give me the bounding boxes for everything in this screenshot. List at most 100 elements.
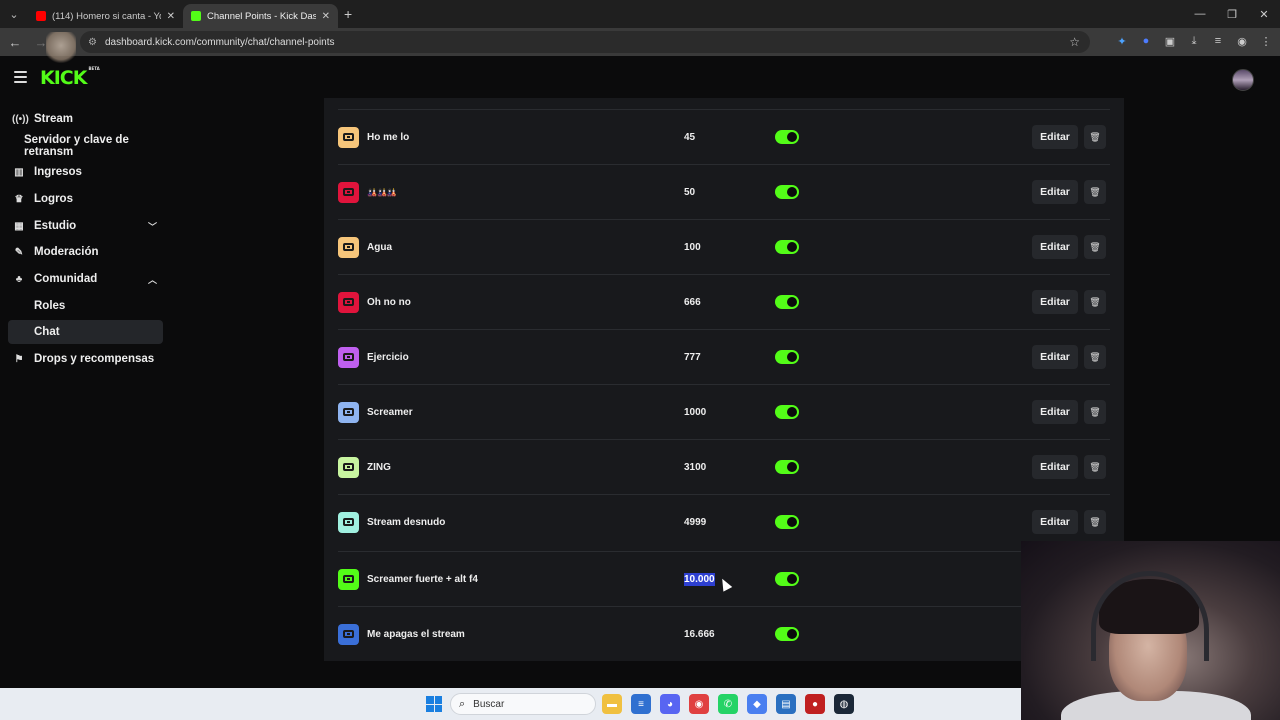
discord-icon[interactable]: ◕ <box>660 694 680 714</box>
reward-enabled-toggle[interactable] <box>775 130 799 144</box>
reward-name: Agua <box>367 241 392 253</box>
sidebar-item-label: Chat <box>34 326 60 338</box>
sidebar-item-label: Servidor y clave de retransm <box>24 134 129 158</box>
reward-cost: 777 <box>684 351 701 363</box>
reward-icon <box>338 568 359 590</box>
edit-button[interactable]: Editar <box>1032 345 1078 369</box>
sidebar-item-label: Drops y recompensas <box>34 353 155 365</box>
reward-cost: 50 <box>684 186 696 198</box>
broadcast-icon: ((•)) <box>12 113 29 125</box>
chevron-up-icon: ︿ <box>147 274 157 285</box>
reward-enabled-toggle[interactable] <box>775 240 799 254</box>
restore-icon[interactable]: ❐ <box>1216 0 1248 28</box>
sidebar-item-logros[interactable]: ♛ Logros <box>8 187 163 211</box>
edit-button[interactable]: Editar <box>1032 510 1078 534</box>
kick-logo[interactable]: KICK BETA <box>40 66 100 89</box>
download-icon[interactable]: ⤓ <box>1186 33 1202 49</box>
trash-icon[interactable]: 🗑 <box>1084 125 1106 149</box>
close-icon[interactable]: ✕ <box>167 11 175 22</box>
sidebar-item-moderacion[interactable]: ✎ Moderación <box>8 240 163 264</box>
tab-title: (114) Homero si canta - YouTub <box>52 10 161 22</box>
trash-icon[interactable]: 🗑 <box>1084 345 1106 369</box>
logo-mascot <box>46 32 76 66</box>
edit-button[interactable]: Editar <box>1032 235 1078 259</box>
reward-cost: 3100 <box>684 461 707 473</box>
close-icon[interactable]: ✕ <box>322 11 330 22</box>
url-text: dashboard.kick.com/community/chat/channe… <box>104 36 335 48</box>
tab-youtube[interactable]: (114) Homero si canta - YouTub ✕ <box>28 4 183 28</box>
reward-cost: 16.666 <box>684 628 715 640</box>
sidebar: ((•)) Stream Servidor y clave de retrans… <box>0 98 175 688</box>
profile-icon[interactable]: ◉ <box>1234 33 1250 49</box>
new-tab-icon[interactable]: + <box>344 6 352 22</box>
avatar[interactable] <box>1232 69 1254 91</box>
extension-icon[interactable]: ✦ <box>1114 33 1130 49</box>
reward-enabled-toggle[interactable] <box>775 627 799 641</box>
app-icon[interactable]: ◆ <box>747 694 767 714</box>
steam-icon[interactable]: ◍ <box>834 694 854 714</box>
bookmark-star-icon[interactable]: ☆ <box>1069 35 1080 49</box>
sidebar-item-server-key[interactable]: Servidor y clave de retransm <box>8 134 163 158</box>
reward-enabled-toggle[interactable] <box>775 405 799 419</box>
reward-enabled-toggle[interactable] <box>775 572 799 586</box>
menu-icon[interactable]: ⋮ <box>1258 33 1274 49</box>
site-info-icon[interactable]: ⚙ <box>88 37 97 48</box>
edit-button[interactable]: Editar <box>1032 125 1078 149</box>
taskbar-search[interactable]: ⌕ Buscar <box>450 693 596 715</box>
windows-taskbar: ⌕ Buscar ▬ ≡ ◕ ◉ ✆ ◆ ▤ ● ◍ <box>0 688 1021 720</box>
trash-icon[interactable]: 🗑 <box>1084 510 1106 534</box>
puzzle-icon[interactable]: ▣ <box>1162 33 1178 49</box>
url-field[interactable]: ⚙ dashboard.kick.com/community/chat/chan… <box>80 31 1090 53</box>
sidebar-item-roles[interactable]: Roles <box>8 294 163 318</box>
trash-icon[interactable]: 🗑 <box>1084 290 1106 314</box>
reward-enabled-toggle[interactable] <box>775 185 799 199</box>
search-icon: ⌕ <box>459 697 466 710</box>
notepad-icon[interactable]: ≡ <box>631 694 651 714</box>
reward-icon <box>338 401 359 423</box>
whatsapp-icon[interactable]: ✆ <box>718 694 738 714</box>
edit-button[interactable]: Editar <box>1032 400 1078 424</box>
file-explorer-icon[interactable]: ▬ <box>602 694 622 714</box>
reward-row: Ho me lo 45 Editar 🗑 <box>338 109 1110 164</box>
trash-icon[interactable]: 🗑 <box>1084 455 1106 479</box>
hamburger-menu-icon[interactable] <box>14 71 27 86</box>
reward-icon <box>338 181 359 203</box>
reward-enabled-toggle[interactable] <box>775 460 799 474</box>
store-icon[interactable]: ▤ <box>776 694 796 714</box>
sidebar-item-ingresos[interactable]: ▥ Ingresos <box>8 160 163 184</box>
chrome-icon[interactable]: ◉ <box>689 694 709 714</box>
media-icon[interactable]: ≡ <box>1210 33 1226 49</box>
reward-name: ZING <box>367 461 391 473</box>
reward-cost: 45 <box>684 131 696 143</box>
sidebar-item-stream[interactable]: ((•)) Stream <box>8 107 163 131</box>
trash-icon[interactable]: 🗑 <box>1084 400 1106 424</box>
back-icon[interactable]: ← <box>4 35 26 50</box>
reward-icon <box>338 236 359 258</box>
tab-search-icon[interactable]: ⌄ <box>0 0 28 28</box>
reward-icon <box>338 511 359 533</box>
trash-icon[interactable]: 🗑 <box>1084 235 1106 259</box>
minimize-icon[interactable]: — <box>1184 0 1216 28</box>
tab-kick-dashboard[interactable]: Channel Points - Kick Dashboar ✕ <box>183 4 338 28</box>
edit-button[interactable]: Editar <box>1032 290 1078 314</box>
trash-icon[interactable]: 🗑 <box>1084 180 1106 204</box>
app-icon[interactable]: ● <box>805 694 825 714</box>
windows-start-icon[interactable] <box>426 696 442 712</box>
reward-enabled-toggle[interactable] <box>775 295 799 309</box>
reward-enabled-toggle[interactable] <box>775 515 799 529</box>
sidebar-item-drops[interactable]: ⚑ Drops y recompensas <box>8 347 163 371</box>
extension-icon[interactable]: ● <box>1138 33 1154 49</box>
taskbar-search-placeholder: Buscar <box>473 698 505 710</box>
youtube-icon <box>36 11 46 21</box>
sidebar-item-chat[interactable]: Chat <box>8 320 163 344</box>
sidebar-item-estudio[interactable]: ▦ Estudio ﹀ <box>8 214 163 238</box>
edit-button[interactable]: Editar <box>1032 180 1078 204</box>
sidebar-item-comunidad[interactable]: ♣ Comunidad ︿ <box>8 267 163 291</box>
community-icon: ♣ <box>15 273 23 285</box>
edit-button[interactable]: Editar <box>1032 455 1078 479</box>
kick-header: KICK BETA <box>0 56 1280 98</box>
reward-enabled-toggle[interactable] <box>775 350 799 364</box>
close-window-icon[interactable]: ✕ <box>1248 0 1280 28</box>
reward-name: Ejercicio <box>367 351 409 363</box>
reward-cost-selected: 10.000 <box>684 572 715 586</box>
